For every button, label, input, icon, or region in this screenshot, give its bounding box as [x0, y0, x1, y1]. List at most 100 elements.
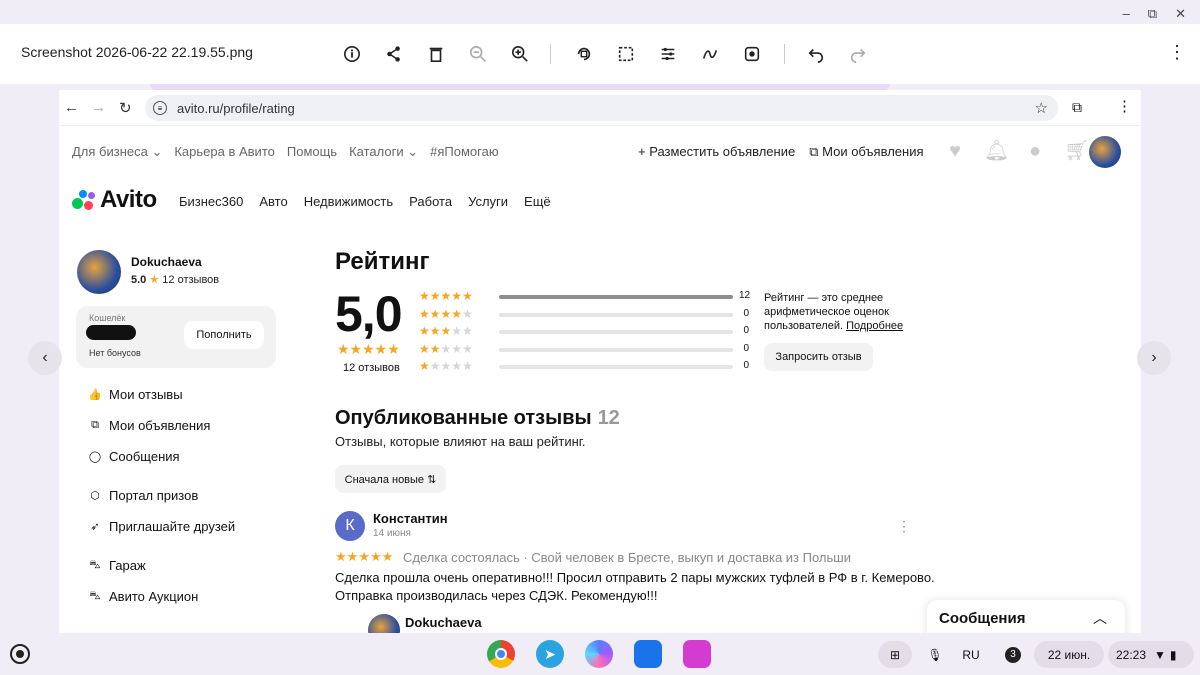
prev-image-arrow-icon[interactable]: ‹: [28, 341, 62, 375]
undo-icon[interactable]: [804, 42, 828, 66]
thumbs-up-icon: 👍: [88, 389, 102, 401]
profile-name[interactable]: Dokuchaeva: [131, 255, 202, 269]
distribution-count: 12: [739, 290, 751, 301]
post-ad-link[interactable]: + Разместить объявление: [638, 144, 795, 160]
bookmark-star-icon[interactable]: ☆: [1035, 99, 1048, 117]
rating-info-link[interactable]: Подробнее: [846, 320, 903, 332]
share-icon[interactable]: [382, 42, 406, 66]
sidebar-item-auction[interactable]: ⛍ Авито Аукцион: [89, 589, 198, 604]
back-icon[interactable]: ←: [64, 99, 79, 116]
distribution-count: 0: [743, 307, 749, 319]
distribution-count: 0: [743, 342, 749, 354]
reviewer-avatar[interactable]: К: [335, 511, 365, 541]
status-tray[interactable]: 22:23 ▼ ▮: [1108, 641, 1194, 668]
messages-bubble-icon[interactable]: ●: [1024, 140, 1046, 162]
forward-icon[interactable]: →: [91, 99, 106, 116]
files-app-icon[interactable]: [634, 640, 662, 668]
redo-icon[interactable]: [846, 42, 870, 66]
rotate-icon[interactable]: [572, 42, 596, 66]
site-info-icon[interactable]: ≡: [153, 101, 167, 115]
rating-score: 5,0: [335, 286, 403, 342]
profile-score: 5.0: [131, 274, 147, 286]
sidebar-item-prizes[interactable]: ⬡ Портал призов: [89, 488, 198, 503]
more-vert-icon[interactable]: ⋮: [1168, 42, 1186, 63]
main-nav: Бизнес360 Авто Недвижимость Работа Услуг…: [179, 194, 551, 209]
telegram-app-icon[interactable]: ➤: [536, 640, 564, 668]
page-title: Рейтинг: [335, 248, 430, 275]
distribution-bar: [499, 330, 733, 334]
info-icon[interactable]: [340, 42, 364, 66]
top-nav-catalogs[interactable]: Каталоги ⌄: [349, 144, 418, 160]
nav-realty[interactable]: Недвижимость: [304, 194, 393, 209]
prize-icon: ⬡: [90, 490, 100, 502]
reload-icon[interactable]: ↻: [119, 99, 132, 117]
star-icon: ★: [149, 274, 160, 286]
zoom-out-icon[interactable]: [466, 42, 490, 66]
published-reviews-heading: Опубликованные отзывы 12: [335, 407, 620, 430]
distribution-stars: ★★★★★: [419, 306, 473, 321]
lens-icon[interactable]: [740, 42, 764, 66]
next-image-arrow-icon[interactable]: ›: [1137, 341, 1171, 375]
notification-badge[interactable]: 3: [995, 641, 1031, 668]
screen-capture-icon[interactable]: ⊞: [878, 641, 912, 668]
copilot-app-icon[interactable]: [585, 640, 613, 668]
avito-logo[interactable]: Avito: [72, 186, 157, 214]
microphone-icon[interactable]: 🎙︎: [919, 641, 951, 668]
date-pill[interactable]: 22 июн.: [1034, 641, 1104, 668]
zoom-in-icon[interactable]: [508, 42, 532, 66]
crop-icon[interactable]: [614, 42, 638, 66]
language-indicator[interactable]: RU: [955, 641, 987, 668]
close-icon[interactable]: ✕: [1175, 6, 1186, 22]
nav-more[interactable]: Ещё: [524, 194, 551, 209]
browser-menu-icon[interactable]: ⋮: [1117, 97, 1132, 115]
review-deal-info[interactable]: Сделка состоялась · Свой человек в Брест…: [403, 550, 851, 565]
minimize-icon[interactable]: –: [1123, 6, 1130, 22]
profile-avatar[interactable]: [77, 250, 121, 294]
distribution-bar: [499, 365, 733, 369]
draw-icon[interactable]: [698, 42, 722, 66]
chrome-app-icon[interactable]: [487, 640, 515, 668]
notifications-bell-icon[interactable]: 🔔︎: [984, 140, 1009, 162]
review-more-icon[interactable]: ⋮: [897, 518, 911, 535]
delete-icon[interactable]: [424, 42, 448, 66]
cart-icon[interactable]: 🛒︎: [1064, 140, 1089, 162]
wifi-icon: ▼: [1154, 647, 1166, 662]
messages-panel[interactable]: Сообщения ︿: [927, 600, 1125, 633]
my-ads-link[interactable]: ⧉ Мои объявления: [809, 144, 923, 160]
nav-services[interactable]: Услуги: [468, 194, 508, 209]
extensions-icon[interactable]: ⧉: [1072, 99, 1082, 116]
sidebar-item-my-ads[interactable]: ⧉ Мои объявления: [89, 418, 210, 433]
launcher-icon[interactable]: [10, 644, 30, 664]
sidebar-item-my-reviews[interactable]: 👍 Мои отзывы: [88, 387, 182, 402]
restore-icon[interactable]: ⧉: [1148, 6, 1157, 22]
favorites-heart-icon[interactable]: ♥: [944, 140, 966, 162]
sidebar-item-messages[interactable]: ◯ Сообщения: [89, 449, 180, 464]
user-avatar[interactable]: [1089, 136, 1121, 168]
topup-button[interactable]: Пополнить: [184, 321, 264, 349]
reviewer-name[interactable]: Константин: [373, 511, 448, 526]
sort-button[interactable]: Сначала новые ⇅: [335, 465, 446, 493]
sidebar-item-garage[interactable]: ⛍ Гараж: [89, 558, 145, 573]
wallet-balance-hidden: [86, 325, 136, 340]
nav-jobs[interactable]: Работа: [409, 194, 452, 209]
request-review-button[interactable]: Запросить отзыв: [764, 343, 873, 371]
nav-business360[interactable]: Бизнес360: [179, 194, 243, 209]
sidebar-item-label: Мои объявления: [109, 418, 211, 433]
notes-app-icon[interactable]: [683, 640, 711, 668]
rocket-icon: ➶: [90, 521, 100, 533]
profile-reviews-count[interactable]: 12 отзывов: [162, 274, 219, 286]
nav-auto[interactable]: Авто: [259, 194, 287, 209]
url-field[interactable]: ≡ avito.ru/profile/rating ☆: [145, 95, 1058, 121]
address-bar-row: ← → ↻ ≡ avito.ru/profile/rating ☆ ⧉ ⋮: [59, 90, 1141, 126]
battery-icon: ▮: [1169, 647, 1177, 662]
adjust-icon[interactable]: [656, 42, 680, 66]
top-nav-help[interactable]: Помощь: [287, 144, 337, 160]
distribution-row: ★★★★★ 0: [419, 359, 759, 374]
car-icon: ⛍: [89, 558, 101, 571]
top-nav-business[interactable]: Для бизнеса ⌄: [72, 144, 162, 160]
sidebar-item-invite[interactable]: ➶ Приглашайте друзей: [89, 519, 235, 534]
sidebar-item-label: Авито Аукцион: [109, 589, 199, 604]
top-nav-career[interactable]: Карьера в Авито: [174, 144, 275, 160]
top-nav-charity[interactable]: #яПомогаю: [430, 144, 498, 160]
chevron-up-icon[interactable]: ︿: [1093, 608, 1107, 628]
